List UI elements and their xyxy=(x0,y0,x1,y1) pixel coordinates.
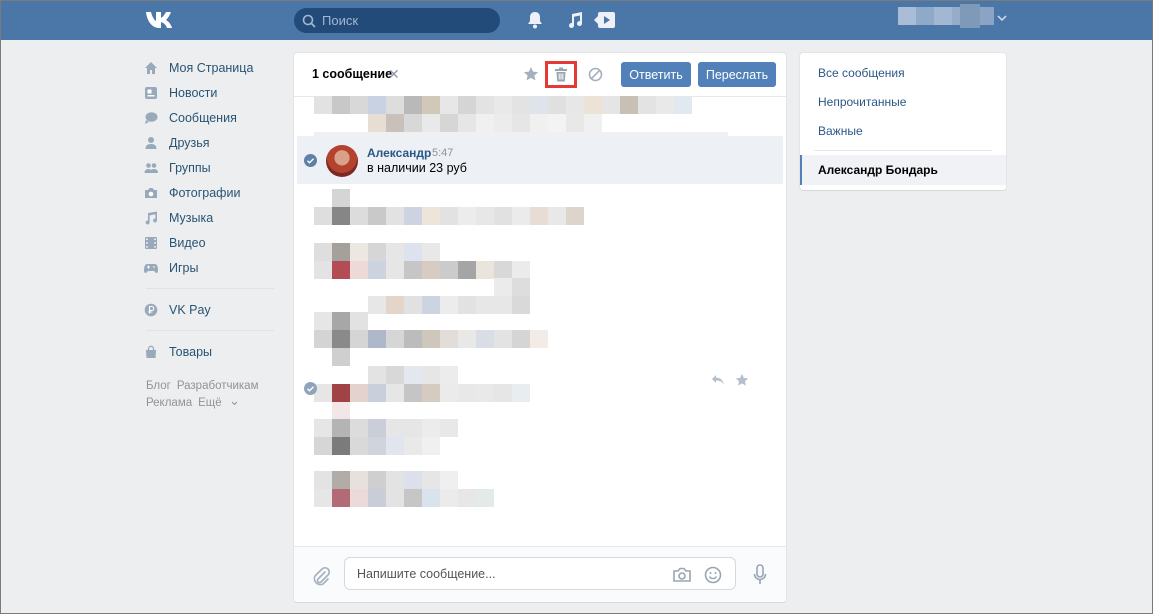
sidebar-item-label: Друзья xyxy=(169,135,210,150)
avatar[interactable] xyxy=(326,145,358,177)
camera-icon[interactable] xyxy=(672,567,692,583)
sidebar-item-vkpay[interactable]: VK Pay xyxy=(144,297,274,322)
sidebar-item-label: Товары xyxy=(169,344,212,359)
music-icon xyxy=(145,211,157,224)
groups-icon xyxy=(144,162,158,173)
bag-icon xyxy=(146,345,156,358)
top-bar: Поиск xyxy=(0,0,1153,40)
microphone-icon[interactable] xyxy=(753,564,767,586)
emoji-icon[interactable] xyxy=(704,566,722,584)
footer-link-ads[interactable]: Реклама xyxy=(146,397,192,409)
selected-count: 1 сообщение xyxy=(312,67,393,81)
news-icon xyxy=(145,86,157,99)
selection-toolbar: 1 сообщение ✕ Ответить Переслать xyxy=(294,53,786,97)
search-placeholder: Поиск xyxy=(322,13,359,28)
search-icon xyxy=(302,14,316,28)
sidebar-item-label: Новости xyxy=(169,85,218,100)
select-check-icon[interactable] xyxy=(304,382,317,395)
sidebar-item-goods[interactable]: Товары xyxy=(144,339,274,364)
message-time: 5:47 xyxy=(432,147,454,159)
footer-link-more[interactable]: Ещё xyxy=(198,397,238,409)
sidebar-item-label: Видео xyxy=(169,235,206,250)
vkpay-icon xyxy=(144,303,158,316)
sidebar-item-label: Сообщения xyxy=(169,110,237,125)
camera-icon xyxy=(145,187,157,198)
conversation-panel: 1 сообщение ✕ Ответить Переслать Алексан… xyxy=(294,53,786,602)
sidebar-divider xyxy=(146,330,274,331)
bell-icon[interactable] xyxy=(527,11,543,29)
sidebar-item-photos[interactable]: Фотографии xyxy=(144,180,274,205)
user-menu[interactable] xyxy=(898,4,1007,28)
search-box[interactable]: Поиск xyxy=(294,8,500,33)
play-icon[interactable] xyxy=(594,11,616,29)
spam-block-icon[interactable] xyxy=(588,67,603,82)
sidebar-item-music[interactable]: Музыка xyxy=(144,205,274,230)
selected-check-icon[interactable] xyxy=(304,154,317,167)
friends-icon xyxy=(145,136,157,149)
messages-icon xyxy=(145,111,158,124)
chevron-down-icon xyxy=(231,401,238,406)
active-conversation-name: Александр Бондарь xyxy=(818,163,938,177)
user-name-blurred xyxy=(898,4,994,28)
attach-icon[interactable] xyxy=(312,566,330,586)
filter-all-messages[interactable]: Все сообщения xyxy=(818,66,905,80)
sidebar-item-label: Группы xyxy=(169,160,211,175)
sidebar-item-games[interactable]: Игры xyxy=(144,255,274,280)
vk-logo-icon[interactable] xyxy=(146,10,178,30)
music-icon[interactable] xyxy=(567,11,583,29)
chevron-down-icon xyxy=(997,14,1007,21)
sidebar-item-video[interactable]: Видео xyxy=(144,230,274,255)
message-author[interactable]: Александр xyxy=(367,146,431,160)
filter-important[interactable]: Важные xyxy=(818,124,863,138)
sidebar-item-groups[interactable]: Группы xyxy=(144,155,274,180)
composer xyxy=(294,546,786,602)
footer-more-label: Ещё xyxy=(198,397,222,409)
sidebar-item-label: Фотографии xyxy=(169,185,241,200)
home-icon xyxy=(145,61,157,74)
video-icon xyxy=(145,236,157,249)
sidebar-item-messages[interactable]: Сообщения xyxy=(144,105,274,130)
games-icon xyxy=(144,263,158,273)
left-navigation: Моя Страница Новости Сообщения Друзья Гр… xyxy=(144,55,274,412)
sidebar-item-label: VK Pay xyxy=(169,302,211,317)
footer-link-developers[interactable]: Разработчикам xyxy=(177,380,259,392)
forward-button[interactable]: Переслать xyxy=(698,62,776,87)
clear-selection-icon[interactable]: ✕ xyxy=(388,66,400,83)
sidebar-item-my-page[interactable]: Моя Страница xyxy=(144,55,274,80)
star-icon[interactable] xyxy=(735,373,749,387)
sidebar-item-news[interactable]: Новости xyxy=(144,80,274,105)
trash-icon xyxy=(555,67,567,82)
selected-message[interactable] xyxy=(297,136,783,184)
message-text: в наличии 23 руб xyxy=(367,161,467,175)
sidebar-footer: Блог Разработчикам Реклама Ещё xyxy=(144,378,274,412)
delete-highlight[interactable] xyxy=(545,61,577,88)
message-filters: Все сообщения Непрочитанные Важные Алекс… xyxy=(800,53,1006,190)
reply-arrow-icon[interactable] xyxy=(711,374,725,386)
active-conversation-item[interactable]: Александр Бондарь xyxy=(800,155,1006,185)
filters-divider xyxy=(814,150,992,151)
sidebar-item-label: Музыка xyxy=(169,210,214,225)
reply-button[interactable]: Ответить xyxy=(621,62,691,87)
filter-unread[interactable]: Непрочитанные xyxy=(818,95,906,109)
sidebar-item-friends[interactable]: Друзья xyxy=(144,130,274,155)
sidebar-item-label: Игры xyxy=(169,260,199,275)
sidebar-divider xyxy=(146,288,274,289)
sidebar-item-label: Моя Страница xyxy=(169,60,254,75)
star-icon[interactable] xyxy=(523,66,539,82)
footer-link-blog[interactable]: Блог xyxy=(146,380,171,392)
